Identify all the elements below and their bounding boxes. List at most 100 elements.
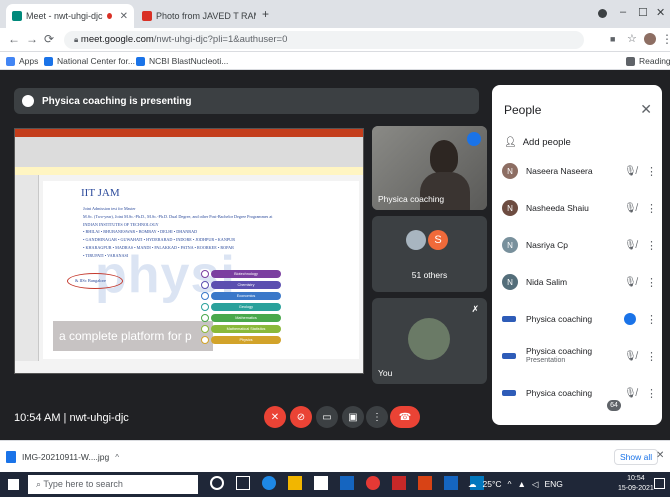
tray-chevron-icon[interactable]: ^	[508, 479, 512, 490]
cortana-icon[interactable]	[210, 476, 224, 490]
participant-row[interactable]: Physica coaching ⋮	[492, 301, 662, 337]
subject-item: Geology	[201, 302, 291, 311]
slide-bullet: • GANDHINAGAR • GUWAHATI • HYDERABAD • I…	[83, 237, 235, 243]
language-indicator[interactable]: ENG	[544, 479, 562, 490]
clock[interactable]: 10:54 15-09-2021	[618, 474, 654, 494]
more-options-icon[interactable]: ⋮	[646, 202, 657, 215]
participant-head	[430, 140, 458, 174]
people-icon[interactable]: 👥︎	[600, 410, 615, 424]
bookmark-blast[interactable]: NCBI BlastNucleoti...	[136, 56, 228, 66]
more-options-button[interactable]: ⋮	[366, 406, 388, 428]
subject-item: Biotechnology	[201, 269, 291, 278]
tile-name: You	[378, 368, 393, 378]
mail-icon[interactable]	[340, 476, 354, 490]
mic-toggle-button[interactable]: ✕	[264, 406, 286, 428]
participant-row[interactable]: N Nida Salim 🎙︎̸ ⋮	[492, 264, 662, 300]
bookmark-ncbi[interactable]: National Center for...	[44, 56, 135, 66]
chrome-icon[interactable]	[366, 476, 380, 490]
task-view-icon[interactable]	[236, 476, 250, 490]
profile-avatar[interactable]	[644, 33, 656, 45]
chevron-up-icon[interactable]: ^	[115, 453, 119, 462]
captions-button[interactable]: ▭	[316, 406, 338, 428]
leave-call-button[interactable]: ☎︎	[390, 406, 420, 428]
url-bar[interactable]: 🔒︎ meet.google.com/nwt-uhgi-djc?pli=1&au…	[64, 31, 584, 49]
participant-row[interactable]: N Naseera Naseera 🎙︎̸ ⋮	[492, 153, 662, 189]
more-options-icon[interactable]: ⋮	[646, 165, 657, 178]
new-tab-button[interactable]: +	[262, 7, 269, 21]
file-explorer-icon[interactable]	[288, 476, 302, 490]
bookmark-apps[interactable]: Apps	[6, 56, 38, 66]
people-panel: People ✕ 👤︎ Add people N Naseera Naseera 🎙…	[492, 85, 662, 425]
meet-area: Physica coaching is presenting IIT JAM J…	[0, 70, 670, 432]
weather-icon[interactable]: ☁︎	[468, 479, 477, 490]
ncbi-icon	[44, 56, 53, 66]
more-options-icon[interactable]: ⋮	[646, 313, 657, 326]
activities-icon[interactable]: △	[646, 410, 655, 424]
slide-canvas: IIT JAM Joint Admission test for Master M…	[43, 181, 359, 359]
presenting-banner: Physica coaching is presenting	[14, 88, 479, 114]
people-count-badge: 64	[607, 400, 621, 411]
back-icon[interactable]: ←	[8, 32, 20, 46]
reload-icon[interactable]: ⟳	[44, 32, 54, 46]
close-window-icon[interactable]: ✕	[656, 6, 665, 19]
search-icon: ⌕	[36, 479, 42, 489]
chat-icon[interactable]: ▤	[624, 410, 635, 424]
more-options-icon[interactable]: ⋮	[646, 387, 657, 400]
subject-label: Geology	[211, 302, 281, 311]
word-icon[interactable]	[444, 476, 458, 490]
show-all-button[interactable]: Show all	[614, 449, 659, 465]
slide-bullet: INDIAN INSTITUTES OF TECHNOLOGY	[83, 221, 159, 227]
network-icon[interactable]: ▲	[518, 479, 526, 490]
add-people-label: Add people	[522, 137, 571, 148]
participant-name-block: Physica coaching	[526, 314, 606, 324]
url-path: /nwt-uhgi-djc?pli=1&authuser=0	[153, 34, 288, 45]
hangup-icon: ☎︎	[398, 411, 412, 423]
subject-label: Mathematical Statistics	[211, 324, 281, 333]
camera-toggle-button[interactable]: ⊘	[290, 406, 312, 428]
office-icon[interactable]	[392, 476, 406, 490]
store-icon[interactable]	[314, 476, 328, 490]
participant-row[interactable]: N Nasriya Cp 🎙︎̸ ⋮	[492, 227, 662, 263]
download-item[interactable]: IMG-20210911-W....jpg ^	[6, 447, 126, 467]
edge-icon[interactable]	[262, 476, 276, 490]
participant-name-block: Nida Salim	[526, 277, 606, 287]
tab-meet[interactable]: Meet - nwt-uhgi-djc ✕	[6, 4, 134, 28]
tab-photo[interactable]: Photo from JAVED T RAMZAN - ... ✕	[136, 4, 256, 28]
subjects-list: Biotechnology Chemistry Economics Geology Ma…	[201, 269, 291, 346]
participant-name-block: Nasriya Cp	[526, 240, 606, 250]
forward-icon[interactable]: →	[26, 32, 38, 46]
more-options-icon[interactable]: ⋮	[646, 276, 657, 289]
volume-icon[interactable]: ◁	[532, 479, 539, 490]
maximize-icon[interactable]: ☐	[638, 6, 648, 19]
more-options-icon[interactable]: ⋮	[646, 350, 657, 363]
account-icon[interactable]	[598, 9, 607, 18]
tile-physica-coaching[interactable]: Physica coaching	[372, 126, 487, 210]
powerpoint-icon[interactable]	[418, 476, 432, 490]
add-people-button[interactable]: 👤︎ Add people	[504, 137, 571, 148]
close-icon[interactable]: ✕	[656, 450, 664, 461]
star-icon[interactable]: ☆	[627, 32, 637, 45]
subject-icon	[201, 280, 209, 289]
mic-off-icon: 🎙︎̸	[624, 165, 637, 177]
windows-start-icon[interactable]	[8, 479, 19, 490]
downloads-bar: IMG-20210911-W....jpg ^ Show all ✕	[0, 440, 670, 472]
taskbar-search[interactable]: ⌕ Type here to search	[28, 475, 198, 494]
presenting-text: Physica coaching is presenting	[42, 95, 192, 107]
menu-icon[interactable]: ⋮	[661, 32, 670, 46]
minimize-icon[interactable]: –	[620, 6, 626, 18]
avatar	[408, 318, 450, 360]
subject-icon	[201, 269, 209, 278]
tile-you[interactable]: ✗ You	[372, 298, 487, 384]
tile-others[interactable]: S 51 others	[372, 216, 487, 292]
participant-row[interactable]: Physica coaching Presentation 🎙︎̸ ⋮	[492, 338, 662, 374]
shared-screen: IIT JAM Joint Admission test for Master M…	[14, 128, 364, 374]
info-icon[interactable]: ⓘ	[580, 410, 592, 427]
more-options-icon[interactable]: ⋮	[646, 239, 657, 252]
present-button[interactable]: ▣	[342, 406, 364, 428]
close-icon[interactable]: ✕	[640, 101, 652, 118]
camera-icon[interactable]: ■	[610, 34, 615, 44]
participant-row[interactable]: N Nasheeda Shaiu 🎙︎̸ ⋮	[492, 190, 662, 226]
close-tab-icon[interactable]: ✕	[120, 11, 128, 22]
reading-list[interactable]: Reading list	[626, 56, 670, 66]
notifications-icon[interactable]	[654, 478, 665, 489]
